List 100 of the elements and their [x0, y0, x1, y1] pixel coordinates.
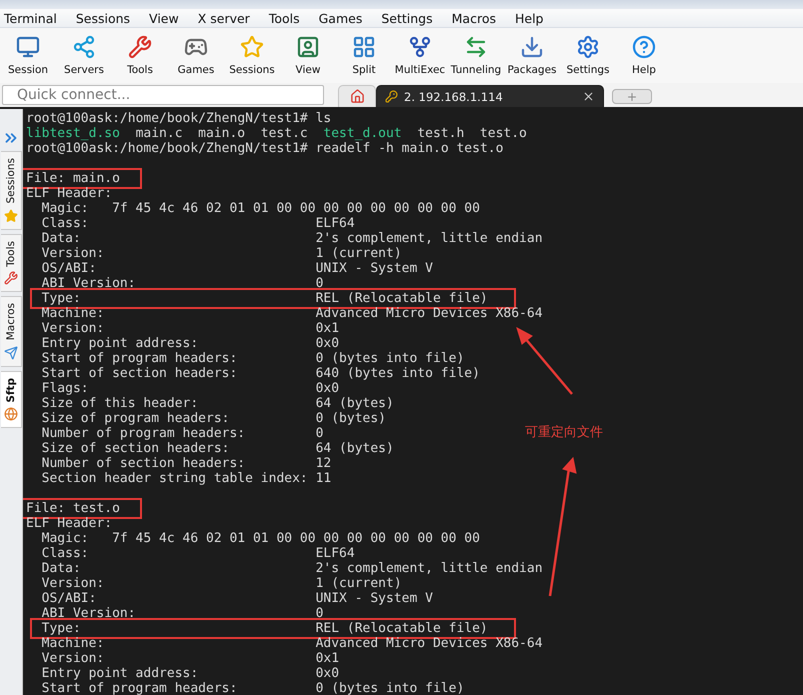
toolbar-button[interactable]: MultiExec: [392, 30, 448, 82]
help-icon: [632, 35, 656, 59]
menu-item[interactable]: Settings: [381, 10, 433, 26]
field-label: Section header string table index:: [42, 471, 309, 486]
side-tab[interactable]: Sessions: [0, 151, 22, 230]
field-label: Number of section headers:: [42, 456, 246, 471]
annotation-text: 可重定向文件: [525, 424, 603, 441]
field-label: OS/ABI:: [42, 261, 98, 276]
field-value: UNIX - System V: [316, 261, 433, 276]
file-name: test.c: [260, 126, 308, 141]
star-icon: [240, 35, 264, 59]
monitor-icon: [16, 35, 40, 59]
file-name: test_d.out: [323, 126, 402, 141]
field-label: Size of this header:: [42, 396, 200, 411]
field-value: 64 (bytes): [316, 441, 394, 456]
field-label: Magic:: [42, 531, 90, 546]
side-tab[interactable]: Macros: [0, 296, 22, 367]
field-label: Version:: [42, 576, 106, 591]
menu-item[interactable]: X server: [198, 10, 250, 26]
settings-icon: [576, 35, 600, 59]
side-tab[interactable]: Tools: [0, 234, 22, 292]
side-tab[interactable]: Sftp: [0, 370, 22, 428]
field-label: Start of program headers:: [42, 351, 238, 366]
field-value: 1 (current): [316, 576, 402, 591]
field-value: 1 (current): [316, 246, 402, 261]
field-label: Start of section headers:: [42, 366, 238, 381]
field-label: Class:: [42, 216, 90, 231]
field-value: REL (Relocatable file): [316, 621, 488, 636]
wrench-icon: [4, 271, 18, 286]
field-label: Magic:: [42, 201, 90, 216]
close-icon[interactable]: [582, 90, 595, 103]
field-value: 12: [316, 456, 332, 471]
network-icon: [72, 35, 96, 59]
field-value: Advanced Micro Devices X86-64: [316, 306, 543, 321]
menu-item[interactable]: Sessions: [76, 10, 130, 26]
field-value: 0x0: [316, 336, 340, 351]
home-icon: [350, 89, 364, 104]
file-name: libtest_d.so: [26, 126, 120, 141]
field-value: 64 (bytes): [316, 396, 394, 411]
toolbar-button[interactable]: Tools: [112, 30, 168, 82]
toolbar-button[interactable]: Help: [616, 30, 672, 82]
menu-item[interactable]: Help: [514, 10, 544, 26]
field-label: Type:: [42, 291, 82, 306]
terminal-text: ELF Header:: [26, 516, 112, 531]
field-label: ABI Version:: [42, 606, 137, 621]
quick-connect-field[interactable]: Quick connect...: [2, 85, 324, 105]
split-grid-icon: [352, 35, 376, 59]
toolbar-button[interactable]: Settings: [560, 30, 616, 82]
menu-item[interactable]: Terminal: [4, 10, 57, 26]
field-label: Start of program headers:: [42, 681, 238, 695]
menu-item[interactable]: Macros: [452, 10, 496, 26]
field-label: Machine:: [42, 636, 106, 651]
terminal-text: root@100ask:/home/book/ZhengN/test1# ls: [26, 111, 332, 126]
star-icon: [4, 208, 18, 223]
toolbar-button[interactable]: Split: [336, 30, 392, 82]
terminal-text: File: test.o: [26, 501, 120, 516]
home-tab[interactable]: [338, 85, 376, 107]
field-value: Advanced Micro Devices X86-64: [316, 636, 543, 651]
toolbar-button[interactable]: Servers: [56, 30, 112, 82]
field-label: Entry point address:: [42, 336, 200, 351]
field-label: Version:: [42, 321, 106, 336]
toolbar-button[interactable]: Tunneling: [448, 30, 504, 82]
file-name: main.o: [198, 126, 246, 141]
menu-item[interactable]: View: [149, 10, 179, 26]
file-name: test.h: [417, 126, 464, 141]
session-tab[interactable]: 2. 192.168.1.114: [376, 85, 604, 107]
globe-icon: [4, 407, 18, 422]
field-value: 7f 45 4c 46 02 01 01 00 00 00 00 00 00 00 00 00: [112, 531, 480, 546]
field-label: Class:: [42, 546, 90, 561]
field-label: Number of program headers:: [42, 426, 246, 441]
field-label: Flags:: [42, 381, 90, 396]
paper-plane-icon: [4, 346, 18, 360]
arrow: [516, 326, 573, 395]
field-value: 2's complement, little endian: [316, 561, 543, 576]
field-value: REL (Relocatable file): [316, 291, 488, 306]
terminal-text: root@100ask:/home/book/ZhengN/test1# readelf -h main.o test.o: [26, 141, 504, 156]
toolbar-button[interactable]: Sessions: [224, 30, 280, 82]
terminal[interactable]: [23, 109, 803, 695]
field-label: Entry point address:: [42, 666, 200, 681]
field-label: Size of program headers:: [42, 411, 230, 426]
menu-item[interactable]: Tools: [268, 10, 300, 26]
toolbar-button[interactable]: Session: [0, 30, 56, 82]
field-value: 0x1: [316, 651, 340, 666]
key-icon: [385, 90, 398, 103]
terminal-text: ELF Header:: [26, 186, 112, 201]
field-label: Version:: [42, 651, 106, 666]
field-value: 0 (bytes into file): [316, 681, 464, 695]
field-value: 2's complement, little endian: [316, 231, 543, 246]
field-value: 0 (bytes into file): [316, 351, 464, 366]
field-label: OS/ABI:: [42, 591, 98, 606]
field-label: Data:: [42, 231, 82, 246]
toolbar-button[interactable]: View: [280, 30, 336, 82]
field-value: UNIX - System V: [316, 591, 433, 606]
toolbar-button[interactable]: Packages: [504, 30, 560, 82]
field-label: Size of section headers:: [42, 441, 230, 456]
field-label: ABI Version:: [42, 276, 137, 291]
new-tab-button[interactable]: [612, 89, 652, 104]
field-label: Data:: [42, 561, 82, 576]
menu-item[interactable]: Games: [318, 10, 362, 26]
toolbar-button[interactable]: Games: [168, 30, 224, 82]
